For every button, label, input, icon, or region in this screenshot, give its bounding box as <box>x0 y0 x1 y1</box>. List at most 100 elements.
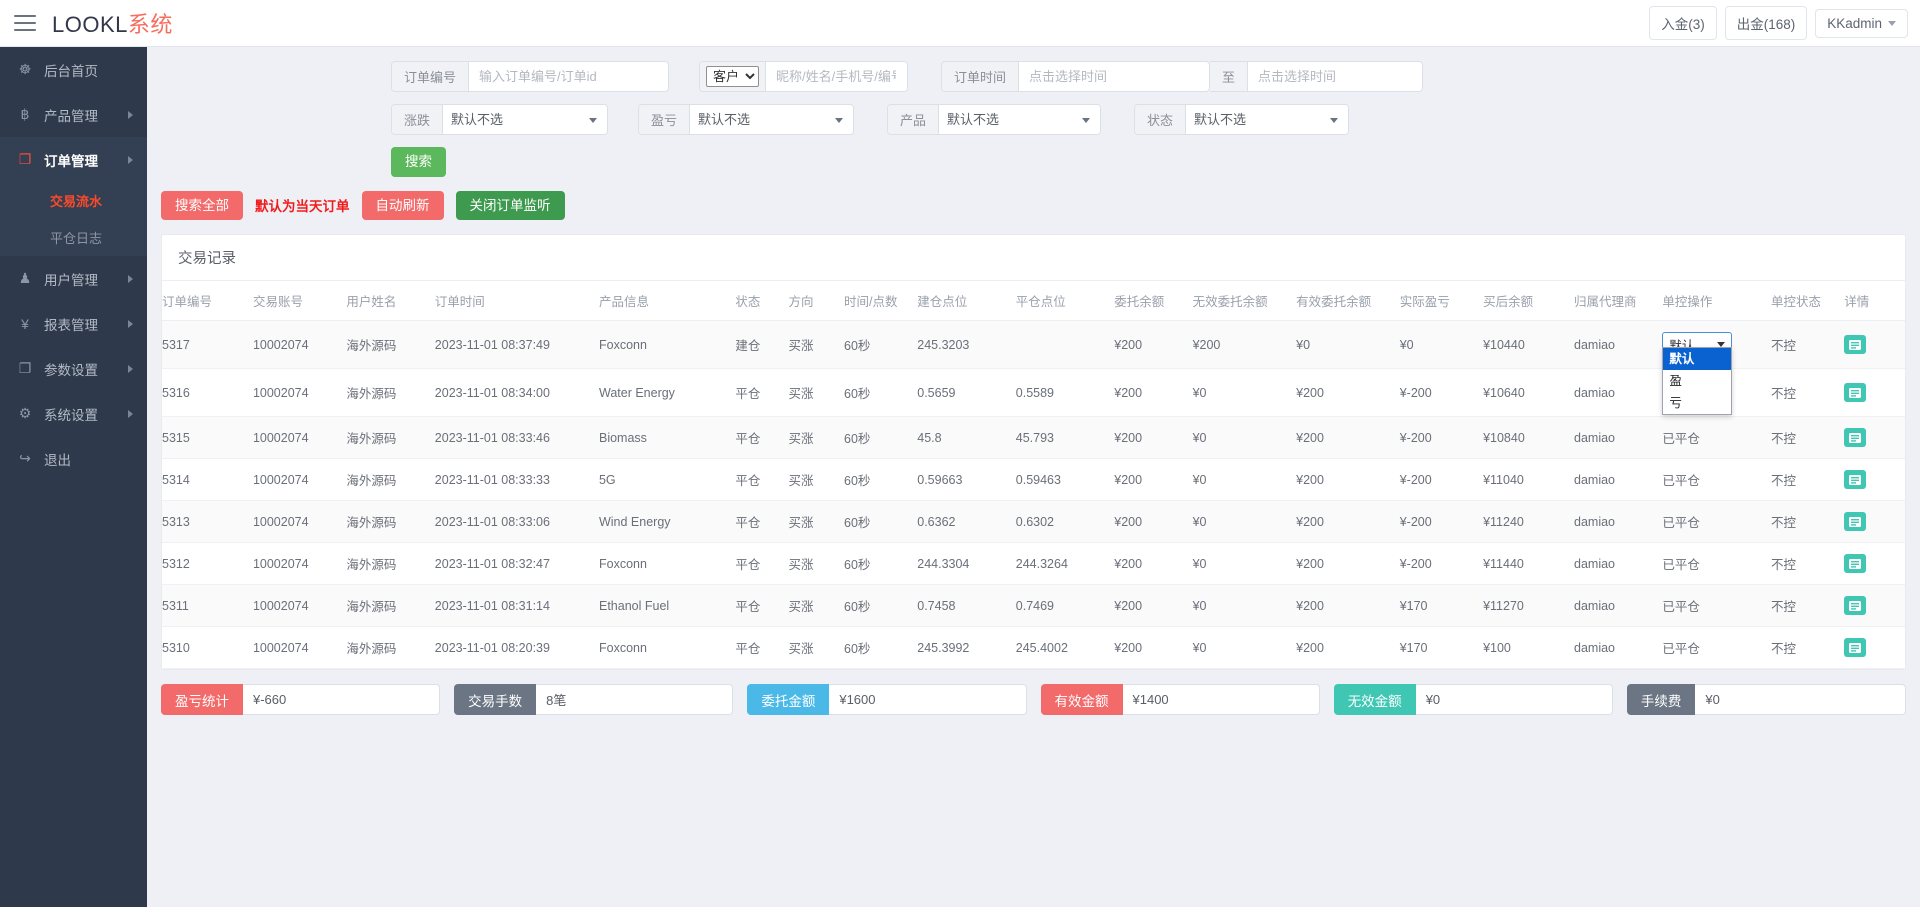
control-option-盈[interactable]: 盈 <box>1663 370 1731 392</box>
action-buttons-row: 搜索全部 默认为当天订单 自动刷新 关闭订单监听 <box>147 191 1920 221</box>
summary-value[interactable]: ¥1600 <box>829 684 1026 715</box>
col-profit: 实际盈亏 <box>1400 281 1483 321</box>
cell-invalid-entrust: ¥200 <box>1193 321 1297 369</box>
cell-duration: 60秒 <box>844 627 917 669</box>
status-select[interactable]: 默认不选 <box>1186 105 1348 134</box>
order-no-input[interactable] <box>469 62 649 91</box>
cell-close-point: 0.6302 <box>1016 501 1115 543</box>
control-option-亏[interactable]: 亏 <box>1663 392 1731 414</box>
summary-value[interactable]: ¥1400 <box>1123 684 1320 715</box>
chevron-right-icon <box>128 111 133 119</box>
control-select-menu[interactable]: 默认盈亏 <box>1662 347 1732 415</box>
cell-balance-after: ¥10440 <box>1483 321 1574 369</box>
order-time-end-input[interactable] <box>1248 62 1408 91</box>
summary-value[interactable]: ¥0 <box>1695 684 1906 715</box>
table-header-row: 订单编号 交易账号 用户姓名 订单时间 产品信息 状态 方向 时间/点数 建仓点… <box>162 281 1905 321</box>
detail-button[interactable] <box>1844 638 1866 657</box>
sidebar-item-logout[interactable]: ↪ 退出 <box>0 436 147 481</box>
gear-icon: ⚙ <box>16 405 34 422</box>
control-close-status: 已平仓 <box>1662 600 1700 614</box>
control-close-status: 已平仓 <box>1662 474 1700 488</box>
cell-valid-entrust: ¥200 <box>1296 627 1400 669</box>
cell-open-point: 244.3304 <box>917 543 1016 585</box>
summary-value[interactable]: ¥-660 <box>243 684 440 715</box>
customer-search-group: 客户 <box>699 61 908 92</box>
cell-time: 2023-11-01 08:31:14 <box>435 585 599 627</box>
control-option-默认[interactable]: 默认 <box>1663 348 1731 370</box>
chevron-right-icon <box>128 365 133 373</box>
cell-agent: damiao <box>1574 543 1662 585</box>
profit-loss-select[interactable]: 默认不选 <box>690 105 853 134</box>
sidebar-subitem-close-log[interactable]: 平仓日志 <box>0 219 147 256</box>
detail-button[interactable] <box>1844 335 1866 354</box>
cell-time: 2023-11-01 08:34:00 <box>435 369 599 417</box>
cell-status: 建仓 <box>735 321 788 369</box>
order-time-start-input[interactable] <box>1019 62 1194 91</box>
withdraw-button[interactable]: 出金(168) <box>1725 6 1808 40</box>
orders-icon: ❐ <box>16 151 34 168</box>
sidebar-item-label: 退出 <box>44 449 133 469</box>
cell-user: 海外源码 <box>346 369 434 417</box>
table-body: 531710002074海外源码2023-11-01 08:37:49Foxco… <box>162 321 1905 669</box>
cell-status: 平仓 <box>735 369 788 417</box>
table-row: 531210002074海外源码2023-11-01 08:32:47Foxco… <box>162 543 1905 585</box>
sidebar-group-orders: ❐ 订单管理 交易流水 平仓日志 <box>0 137 147 256</box>
cell-direction: 买涨 <box>788 459 844 501</box>
cell-account: 10002074 <box>253 543 346 585</box>
cell-direction: 买涨 <box>788 369 844 417</box>
chevron-right-icon <box>128 275 133 283</box>
close-monitor-button[interactable]: 关闭订单监听 <box>456 191 565 221</box>
user-menu-label: KKadmin <box>1827 16 1882 31</box>
cell-balance-after: ¥10840 <box>1483 417 1574 459</box>
transactions-card: 交易记录 订单编号 交易账号 用户姓名 订单时间 产品信息 状态 方向 时间/点 <box>161 234 1906 670</box>
cell-close-point: 0.59463 <box>1016 459 1115 501</box>
summary-group: 交易手数8笔 <box>454 684 733 715</box>
search-filter-form: 订单编号 客户 订单时间 至 <box>147 47 1920 177</box>
cell-control-operation: 默认默认盈亏 <box>1662 321 1771 369</box>
table-row: 531710002074海外源码2023-11-01 08:37:49Foxco… <box>162 321 1905 369</box>
auto-refresh-button[interactable]: 自动刷新 <box>362 191 444 221</box>
detail-button[interactable] <box>1844 470 1866 489</box>
deposit-button[interactable]: 入金(3) <box>1649 6 1717 40</box>
chevron-right-icon <box>128 156 133 164</box>
cell-duration: 60秒 <box>844 459 917 501</box>
rise-fall-select[interactable]: 默认不选 <box>443 105 607 134</box>
control-close-status: 已平仓 <box>1662 558 1700 572</box>
cell-invalid-entrust: ¥0 <box>1193 543 1297 585</box>
menu-toggle-icon[interactable] <box>14 15 36 31</box>
sidebar-item-reports[interactable]: ¥ 报表管理 <box>0 301 147 346</box>
cell-account: 10002074 <box>253 321 346 369</box>
customer-search-input[interactable] <box>766 62 906 91</box>
summary-value[interactable]: ¥0 <box>1416 684 1613 715</box>
customer-type-select[interactable]: 客户 <box>706 66 759 87</box>
cell-account: 10002074 <box>253 417 346 459</box>
sidebar-subitem-transactions[interactable]: 交易流水 <box>0 182 147 219</box>
product-select[interactable]: 默认不选 <box>939 105 1100 134</box>
detail-button[interactable] <box>1844 383 1866 402</box>
search-button[interactable]: 搜索 <box>391 147 446 177</box>
detail-button[interactable] <box>1844 512 1866 531</box>
search-all-button[interactable]: 搜索全部 <box>161 191 243 221</box>
sidebar-item-products[interactable]: ฿ 产品管理 <box>0 92 147 137</box>
sidebar-item-system[interactable]: ⚙ 系统设置 <box>0 391 147 436</box>
cell-profit: ¥-200 <box>1400 369 1483 417</box>
detail-button[interactable] <box>1844 596 1866 615</box>
user-menu-button[interactable]: KKadmin <box>1815 9 1908 38</box>
sidebar-item-users[interactable]: ♟ 用户管理 <box>0 256 147 301</box>
cell-agent: damiao <box>1574 501 1662 543</box>
cell-status: 平仓 <box>735 585 788 627</box>
sidebar-item-params[interactable]: ❐ 参数设置 <box>0 346 147 391</box>
sidebar-item-label: 报表管理 <box>44 314 128 334</box>
cell-detail <box>1844 369 1905 417</box>
detail-button[interactable] <box>1844 428 1866 447</box>
cell-direction: 买涨 <box>788 543 844 585</box>
sidebar-item-orders[interactable]: ❐ 订单管理 <box>0 137 147 182</box>
cell-agent: damiao <box>1574 369 1662 417</box>
sidebar-item-dashboard[interactable]: ☸ 后台首页 <box>0 47 147 92</box>
top-bar-actions: 入金(3) 出金(168) KKadmin <box>1649 6 1908 40</box>
detail-button[interactable] <box>1844 554 1866 573</box>
summary-label: 交易手数 <box>454 684 536 715</box>
summary-value[interactable]: 8笔 <box>536 684 733 715</box>
control-close-status: 已平仓 <box>1662 642 1700 656</box>
dashboard-icon: ☸ <box>16 61 34 78</box>
